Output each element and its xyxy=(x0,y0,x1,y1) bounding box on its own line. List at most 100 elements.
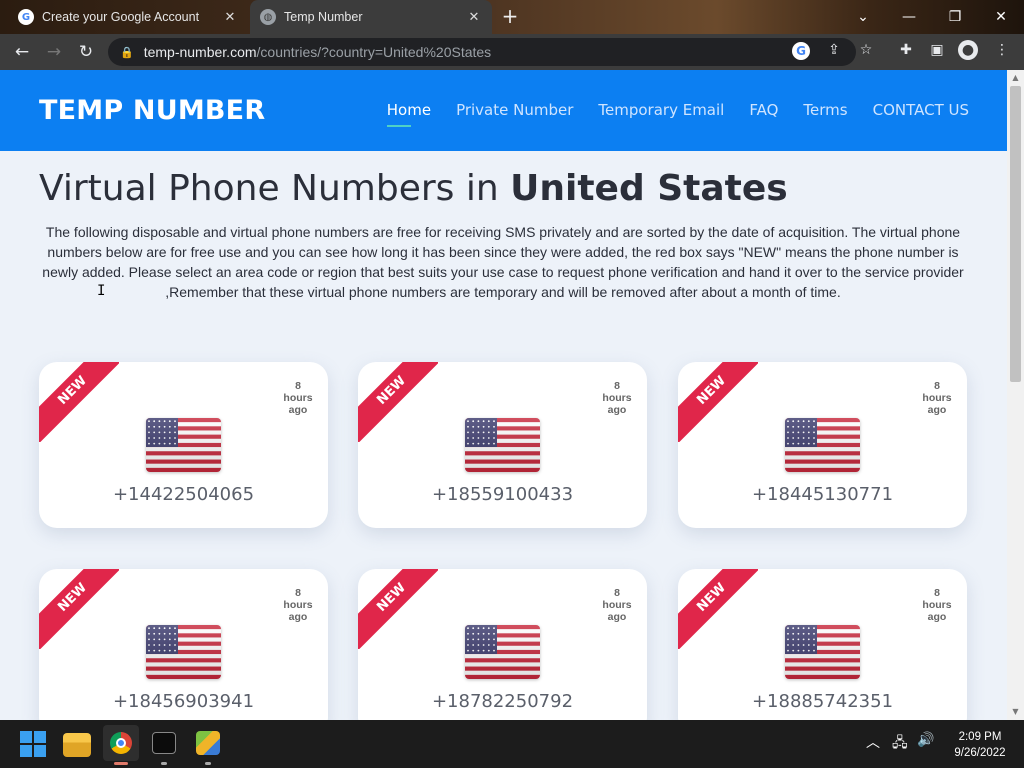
new-ribbon: NEW xyxy=(358,362,438,442)
windows-taskbar: ︿ 🖧 🔊 2:09 PM 9/26/2022 xyxy=(0,720,1024,768)
windows-start-icon[interactable] xyxy=(20,731,46,757)
phone-number-card[interactable]: NEW 8 hours ago +14422504065 xyxy=(39,362,328,528)
close-window-icon[interactable]: ✕ xyxy=(978,0,1024,34)
phone-number[interactable]: +18782250792 xyxy=(358,691,647,712)
added-time: 8 hours ago xyxy=(917,380,957,416)
new-badge: NEW xyxy=(678,362,758,442)
age-number: 8 xyxy=(614,587,620,599)
nav-contact-us[interactable]: CONTACT US xyxy=(873,101,969,119)
google-lens-icon[interactable]: G xyxy=(792,42,810,60)
side-panel-icon[interactable]: ▣ xyxy=(927,40,947,60)
forward-arrow-icon[interactable]: → xyxy=(42,40,66,64)
intro-paragraph: The following disposable and virtual pho… xyxy=(42,224,964,300)
page-title: Virtual Phone Numbers in United States xyxy=(39,168,788,209)
phone-number-card[interactable]: NEW 8 hours ago +18782250792 xyxy=(358,569,647,720)
chrome-icon xyxy=(110,732,132,754)
address-bar[interactable]: 🔒 temp-number.com/countries/?country=Uni… xyxy=(108,38,856,66)
title-country: United States xyxy=(510,168,788,209)
phone-number[interactable]: +18559100433 xyxy=(358,484,647,505)
minimize-icon[interactable]: — xyxy=(886,0,932,34)
phone-number[interactable]: +14422504065 xyxy=(39,484,328,505)
us-flag-icon xyxy=(146,418,221,472)
tab-title: Temp Number xyxy=(284,10,363,24)
phone-number[interactable]: +18885742351 xyxy=(678,691,967,712)
show-hidden-icons-chevron-icon[interactable]: ︿ xyxy=(866,732,880,752)
age-unit: hours xyxy=(283,392,313,404)
age-unit: hours xyxy=(283,599,313,611)
main-nav: Home Private Number Temporary Email FAQ … xyxy=(386,101,969,127)
browser-tab-temp-number[interactable]: ◍ Temp Number ✕ xyxy=(250,0,492,34)
age-suffix: ago xyxy=(927,611,947,623)
scroll-up-arrow-icon[interactable]: ▲ xyxy=(1007,70,1024,86)
nav-terms[interactable]: Terms xyxy=(803,101,847,119)
age-unit: hours xyxy=(922,392,952,404)
age-unit: hours xyxy=(602,599,632,611)
us-flag-icon xyxy=(146,625,221,679)
site-logo[interactable]: TEMP NUMBER xyxy=(39,95,265,126)
clock-date: 9/26/2022 xyxy=(954,747,1006,759)
reload-icon[interactable]: ↻ xyxy=(74,40,98,64)
close-tab-icon[interactable]: ✕ xyxy=(466,10,482,25)
scroll-down-arrow-icon[interactable]: ▼ xyxy=(1007,704,1024,720)
phone-number-card[interactable]: NEW 8 hours ago +18445130771 xyxy=(678,362,967,528)
phone-number[interactable]: +18445130771 xyxy=(678,484,967,505)
network-icon[interactable]: 🖧 xyxy=(892,732,908,756)
tab-search-chevron-icon[interactable]: ⌄ xyxy=(840,0,886,34)
us-flag-icon xyxy=(465,418,540,472)
title-prefix: Virtual Phone Numbers in xyxy=(39,168,511,209)
nav-faq[interactable]: FAQ xyxy=(749,101,778,119)
volume-icon[interactable]: 🔊 xyxy=(917,732,934,748)
terminal-icon[interactable] xyxy=(152,732,176,754)
extensions-puzzle-icon[interactable]: ✚ xyxy=(896,40,916,60)
phone-number-card[interactable]: NEW 8 hours ago +18559100433 xyxy=(358,362,647,528)
added-time: 8 hours ago xyxy=(278,587,318,623)
text-cursor-icon: I xyxy=(97,283,106,299)
system-clock[interactable]: 2:09 PM 9/26/2022 xyxy=(944,729,1016,761)
back-arrow-icon[interactable]: ← xyxy=(10,40,34,64)
us-flag-icon xyxy=(465,625,540,679)
added-time: 8 hours ago xyxy=(597,587,637,623)
menu-kebab-icon[interactable]: ⋮ xyxy=(992,40,1012,60)
google-icon: G xyxy=(18,9,34,25)
active-app-indicator xyxy=(114,762,128,765)
new-badge: NEW xyxy=(678,569,758,649)
new-ribbon: NEW xyxy=(678,569,758,649)
tab-title: Create your Google Account xyxy=(42,10,200,24)
new-ribbon: NEW xyxy=(39,362,119,442)
new-badge: NEW xyxy=(358,569,438,649)
share-icon[interactable]: ⇪ xyxy=(824,40,844,60)
new-tab-plus-icon[interactable]: + xyxy=(499,6,521,28)
bookmark-star-icon[interactable]: ☆ xyxy=(856,40,876,60)
new-badge: NEW xyxy=(39,362,119,442)
lock-icon[interactable]: 🔒 xyxy=(120,46,134,59)
age-suffix: ago xyxy=(927,404,947,416)
us-flag-icon xyxy=(785,418,860,472)
age-suffix: ago xyxy=(607,404,627,416)
age-suffix: ago xyxy=(288,404,308,416)
phone-number[interactable]: +18456903941 xyxy=(39,691,328,712)
page-scrollbar[interactable]: ▲ ▼ xyxy=(1007,70,1024,720)
phone-number-card[interactable]: NEW 8 hours ago +18456903941 xyxy=(39,569,328,720)
url-host: temp-number.com xyxy=(143,44,257,60)
running-app-indicator xyxy=(205,762,211,765)
browser-tab-google-account[interactable]: G Create your Google Account ✕ xyxy=(8,0,248,34)
taskbar-chrome-slot[interactable] xyxy=(103,725,139,761)
page-content: Virtual Phone Numbers in United States T… xyxy=(0,151,1007,720)
browser-toolbar: ← → ↻ 🔒 temp-number.com/countries/?count… xyxy=(0,34,1024,70)
us-flag-icon xyxy=(785,625,860,679)
nav-home[interactable]: Home xyxy=(386,101,431,127)
url-path: /countries/?country=United%20States xyxy=(256,44,492,60)
added-time: 8 hours ago xyxy=(917,587,957,623)
nav-private-number[interactable]: Private Number xyxy=(456,101,573,119)
profile-avatar-icon[interactable]: ● xyxy=(958,40,978,60)
scrollbar-thumb[interactable] xyxy=(1010,86,1021,382)
age-suffix: ago xyxy=(607,611,627,623)
age-unit: hours xyxy=(602,392,632,404)
file-explorer-icon[interactable] xyxy=(63,733,91,757)
age-number: 8 xyxy=(614,380,620,392)
phone-number-card[interactable]: NEW 8 hours ago +18885742351 xyxy=(678,569,967,720)
close-tab-icon[interactable]: ✕ xyxy=(222,10,238,25)
bluestacks-icon[interactable] xyxy=(196,731,220,755)
nav-temporary-email[interactable]: Temporary Email xyxy=(598,101,724,119)
restore-icon[interactable]: ❐ xyxy=(932,0,978,34)
